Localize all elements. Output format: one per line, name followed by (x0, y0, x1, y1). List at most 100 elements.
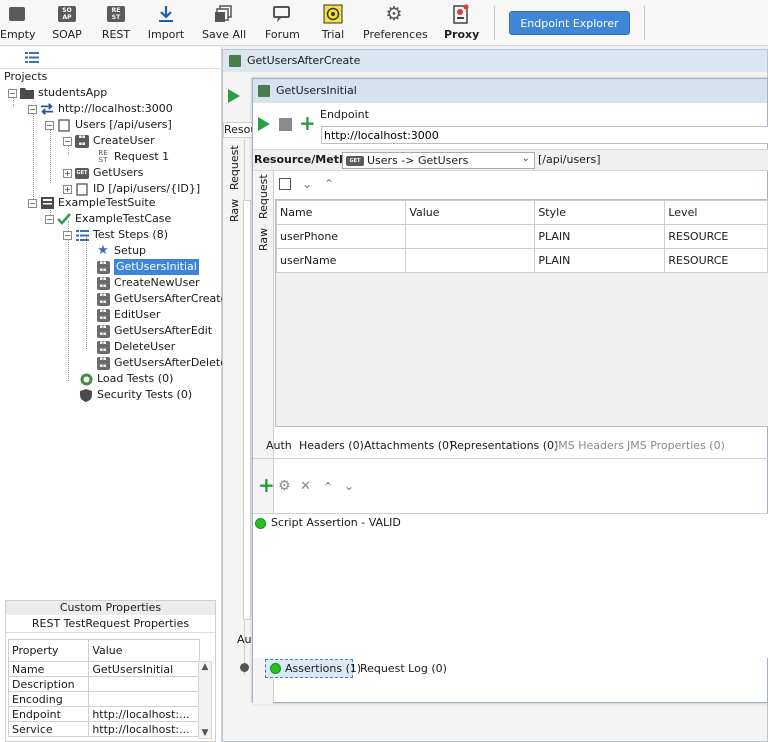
chevron-up-icon[interactable]: ⌃ (323, 480, 333, 494)
custom-properties-tab[interactable]: Custom Properties (6, 601, 215, 615)
stop-button[interactable] (279, 118, 292, 131)
table-row[interactable]: Service http://localhost:... (7, 721, 200, 737)
param-edit-icon[interactable] (279, 178, 291, 190)
request-vtab[interactable]: Request (257, 174, 270, 219)
properties-panel: Custom Properties REST TestRequest Prope… (5, 600, 216, 742)
window-title-bar[interactable]: GetUsersInitial (253, 79, 767, 103)
add-assertion-button[interactable]: + (258, 475, 275, 495)
tree-item-createnewuser[interactable]: ▪▪ ▪▪ CreateNewUser (96, 275, 200, 291)
chevron-down-icon[interactable]: ⌄ (344, 479, 354, 493)
folder-icon (20, 87, 34, 100)
tree-item-setup[interactable]: ★ Setup (96, 243, 146, 259)
collapse-toggle[interactable]: − (63, 136, 72, 146)
run-button[interactable] (258, 117, 270, 131)
expand-toggle[interactable]: + (63, 184, 72, 194)
column-header: Value (405, 200, 536, 225)
rest-method-icon: ▪▪ ▪▪ (75, 134, 89, 148)
tab-auth[interactable]: Auth (266, 439, 292, 452)
resource-path: [/api/users] (538, 153, 601, 166)
rest-step-icon: ▪▪ ▪▪ (96, 324, 110, 338)
add-button[interactable]: + (299, 113, 316, 133)
expand-toggle[interactable]: + (63, 168, 72, 178)
column-header: Level (664, 200, 768, 225)
tree-item-getusers[interactable]: + GET GetUsers (63, 165, 143, 181)
tree-item-getusersafterdelete[interactable]: ▪▪ ▪▪ GetUsersAfterDelete (96, 355, 227, 371)
collapse-toggle[interactable]: − (8, 88, 17, 98)
tree-item-edituser[interactable]: ▪▪ ▪▪ EditUser (96, 307, 160, 323)
raw-vtab[interactable]: Raw (228, 199, 241, 222)
tree-item-studentsapp[interactable]: − studentsApp (8, 85, 107, 101)
tree-item-rest-service[interactable]: − http://localhost:3000 (28, 101, 173, 117)
tab-assertions[interactable]: Assertions (1) (265, 659, 361, 678)
column-header: Name (275, 200, 407, 225)
tree-item-deleteuser[interactable]: ▪▪ ▪▪ DeleteUser (96, 339, 175, 355)
tab-jms-headers[interactable]: JMS Headers (555, 439, 624, 452)
properties-scrollbar[interactable]: ▲ ▼ (198, 661, 212, 739)
rest-step-icon (229, 55, 241, 67)
collapse-toggle[interactable]: − (28, 104, 37, 114)
tree-item-exampletestsuite[interactable]: − ExampleTestSuite (28, 195, 155, 211)
window-title-bar[interactable]: GetUsersAfterCreate (223, 50, 767, 72)
tree-item-security-tests[interactable]: Security Tests (0) (79, 387, 192, 403)
import-button[interactable]: Import (147, 3, 185, 43)
tab-representations[interactable]: Representations (0) (450, 439, 558, 452)
forum-icon (273, 6, 290, 22)
forum-button[interactable]: Forum (265, 3, 300, 43)
gear-icon[interactable]: ⚙ (278, 478, 291, 494)
table-row[interactable]: Description (7, 676, 200, 692)
proxy-button[interactable]: Proxy (444, 3, 479, 43)
collapse-toggle[interactable]: − (28, 198, 37, 208)
chevron-down-icon[interactable]: ⌄ (302, 177, 312, 191)
tree-item-exampletestcase[interactable]: − ExampleTestCase (45, 211, 171, 227)
table-row[interactable]: userPhone PLAIN RESOURCE (275, 224, 768, 249)
tree-item-getusersinitial[interactable]: ▪▪ ▪▪ GetUsersInitial (96, 259, 199, 275)
endpoint-input[interactable] (321, 126, 768, 144)
list-item[interactable]: Script Assertion - VALID (255, 515, 401, 531)
tree-item-load-tests[interactable]: Load Tests (0) (79, 371, 173, 387)
collapse-toggle[interactable]: − (45, 120, 54, 130)
table-row[interactable]: Encoding (7, 691, 200, 707)
tab-attachments[interactable]: Attachments (0) (364, 439, 453, 452)
stop-icon (279, 118, 292, 131)
close-icon[interactable]: ✕ (300, 479, 311, 494)
trial-button[interactable]: Trial (319, 3, 347, 43)
project-navigator: Projects − studentsApp − http://localhos… (0, 47, 227, 742)
soap-button[interactable]: SO AP SOAP (49, 3, 85, 43)
import-icon (159, 6, 173, 22)
rest-button[interactable]: RE ST REST (99, 3, 133, 43)
tree-item-test-steps[interactable]: − Test Steps (8) (63, 227, 168, 243)
table-row[interactable]: Name GetUsersInitial (7, 661, 200, 677)
shield-icon (79, 388, 93, 402)
chevron-up-icon[interactable]: ▲ (199, 662, 211, 672)
table-row[interactable]: Endpoint http://localhost:... (7, 706, 200, 722)
tree-item-users-resource[interactable]: − Users [/api/users] (45, 117, 172, 133)
tree-item-request-1[interactable]: RE ST Request 1 (96, 149, 169, 165)
preferences-button[interactable]: ⚙ Preferences (363, 3, 428, 43)
tree-item-getusersaftercreate[interactable]: ▪▪ ▪▪ GetUsersAfterCreate (96, 291, 227, 307)
tab-request-log[interactable]: Request Log (0) (360, 662, 447, 675)
play-icon (258, 117, 270, 131)
collapse-toggle[interactable]: − (63, 230, 72, 240)
tree-item-createuser[interactable]: − ▪▪ ▪▪ CreateUser (63, 133, 155, 149)
list-view-icon[interactable] (25, 52, 39, 63)
resource-tab[interactable]: Resou (223, 122, 257, 138)
tab-headers[interactable]: Headers (0) (299, 439, 364, 452)
table-row[interactable]: userName PLAIN RESOURCE (275, 248, 768, 273)
request-vtab[interactable]: Request (228, 145, 241, 190)
plus-icon: + (258, 473, 275, 497)
tree-item-getusersafteredit[interactable]: ▪▪ ▪▪ GetUsersAfterEdit (96, 323, 212, 339)
column-header: Style (534, 200, 666, 225)
chevron-down-icon[interactable]: ▼ (199, 728, 211, 738)
collapse-toggle[interactable]: − (45, 214, 54, 224)
play-icon[interactable] (228, 89, 240, 103)
resource-method-select[interactable]: GET Users -> GetUsers ⌄ (342, 152, 535, 169)
list-icon (75, 229, 89, 242)
proxy-icon (453, 4, 469, 24)
endpoint-label: Endpoint (320, 108, 369, 121)
endpoint-explorer-button[interactable]: Endpoint Explorer (509, 11, 630, 35)
tab-jms-properties[interactable]: JMS Properties (0) (627, 439, 725, 452)
save-all-button[interactable]: Save All (202, 3, 246, 43)
chevron-up-icon[interactable]: ⌃ (324, 177, 334, 191)
empty-button[interactable]: Empty (0, 3, 35, 43)
raw-vtab[interactable]: Raw (257, 228, 270, 251)
